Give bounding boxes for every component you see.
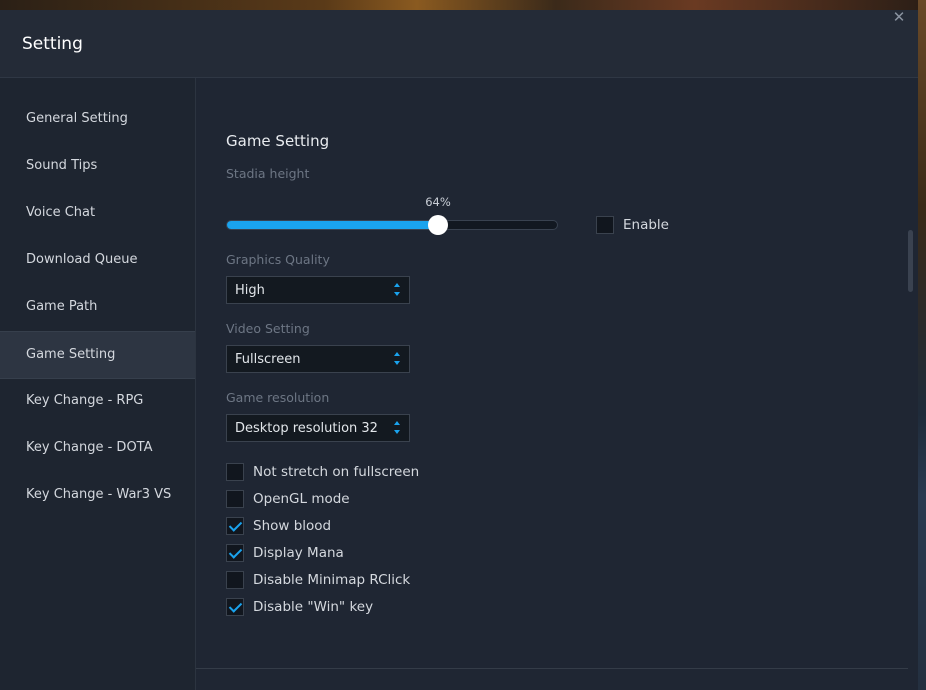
opengl-mode-checkbox[interactable] [226,490,244,508]
check-icon [228,599,243,613]
stadia-height-slider[interactable]: 64% [226,195,558,235]
settings-sidebar: General Setting Sound Tips Voice Chat Do… [0,78,196,690]
sidebar-item-game-setting[interactable]: Game Setting [0,331,195,379]
sidebar-item-label: Download Queue [26,252,138,267]
settings-content: Game Setting Stadia height 64% Enable Gr… [196,78,918,690]
enable-checkbox[interactable] [596,216,614,234]
show-blood-label: Show blood [253,518,332,534]
sidebar-item-key-change-war3-vs[interactable]: Key Change - War3 VS [0,472,195,518]
sidebar-item-general-setting[interactable]: General Setting [0,96,195,142]
game-resolution-label: Game resolution [226,390,330,405]
sidebar-item-label: Game Setting [26,347,116,362]
settings-dialog: Setting ✕ General Setting Sound Tips Voi… [0,10,918,690]
content-scrollbar[interactable] [908,230,913,292]
close-icon[interactable]: ✕ [888,10,910,28]
sidebar-item-sound-tips[interactable]: Sound Tips [0,143,195,189]
disable-win-key-label: Disable "Win" key [253,599,374,615]
disable-minimap-rclick-checkbox[interactable] [226,571,244,589]
sidebar-item-key-change-dota[interactable]: Key Change - DOTA [0,425,195,471]
check-icon [228,545,243,559]
sidebar-item-download-queue[interactable]: Download Queue [0,237,195,283]
display-mana-label: Display Mana [253,545,344,561]
opengl-mode-label: OpenGL mode [253,491,350,507]
updown-arrows-icon [394,281,402,299]
slider-fill [227,221,438,229]
dialog-title: Setting [22,34,83,54]
graphics-quality-select[interactable]: High [226,276,410,304]
video-setting-select[interactable]: Fullscreen [226,345,410,373]
stadia-height-label: Stadia height [226,166,310,181]
sidebar-item-label: Voice Chat [26,205,96,220]
sidebar-item-label: Key Change - War3 VS [26,487,172,502]
slider-handle[interactable] [428,215,448,235]
section-title: Game Setting [226,132,330,150]
updown-arrows-icon [394,350,402,368]
show-blood-checkbox[interactable] [226,517,244,535]
background-game-edge [918,0,926,690]
graphics-quality-label: Graphics Quality [226,252,330,267]
sidebar-item-label: General Setting [26,111,128,126]
sidebar-item-game-path[interactable]: Game Path [0,284,195,330]
sidebar-item-label: Key Change - DOTA [26,440,153,455]
display-mana-checkbox[interactable] [226,544,244,562]
dialog-header: Setting [0,10,918,78]
sidebar-item-label: Sound Tips [26,158,98,173]
sidebar-item-label: Game Path [26,299,98,314]
sidebar-item-label: Key Change - RPG [26,393,144,408]
sidebar-item-key-change-rpg[interactable]: Key Change - RPG [0,378,195,424]
video-setting-label: Video Setting [226,321,310,336]
not-stretch-checkbox[interactable] [226,463,244,481]
disable-win-key-checkbox[interactable] [226,598,244,616]
select-value: Desktop resolution 32 [235,421,378,436]
slider-value-label: 64% [425,195,451,209]
check-icon [228,518,243,532]
updown-arrows-icon [394,419,402,437]
select-value: High [235,283,265,298]
disable-minimap-rclick-label: Disable Minimap RClick [253,572,411,588]
footer-divider [196,668,908,669]
not-stretch-label: Not stretch on fullscreen [253,464,420,480]
select-value: Fullscreen [235,352,301,367]
enable-label: Enable [623,217,669,233]
game-resolution-select[interactable]: Desktop resolution 32 [226,414,410,442]
sidebar-item-voice-chat[interactable]: Voice Chat [0,190,195,236]
